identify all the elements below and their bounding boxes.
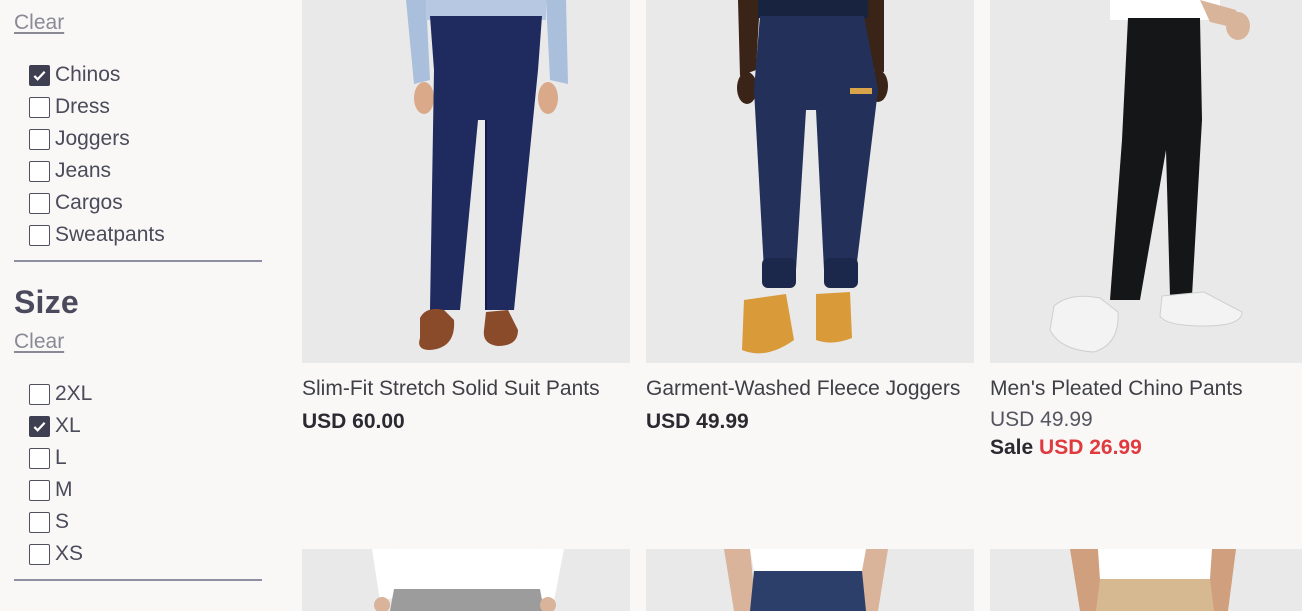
- size-filter-list: 2XL XL L M S XS: [29, 378, 262, 570]
- filter-option-label: 2XL: [55, 382, 93, 405]
- product-image[interactable]: [990, 0, 1302, 363]
- product-name[interactable]: Men's Pleated Chino Pants: [990, 376, 1302, 402]
- filter-option-label: Sweatpants: [55, 223, 165, 246]
- product-price: USD 60.00: [302, 410, 405, 433]
- product-image[interactable]: [302, 0, 630, 363]
- filter-option-dress[interactable]: Dress: [29, 91, 262, 123]
- product-image[interactable]: [646, 549, 974, 611]
- checkbox-checked-icon[interactable]: [29, 415, 50, 437]
- filter-option-joggers[interactable]: Joggers: [29, 123, 262, 155]
- filter-option-chinos[interactable]: Chinos: [29, 59, 262, 91]
- type-clear-link[interactable]: Clear: [14, 11, 262, 35]
- product-card[interactable]: Slim-Fit Stretch Solid Suit Pants USD 60…: [302, 0, 630, 434]
- filter-option-l[interactable]: L: [29, 442, 262, 474]
- filter-option-m[interactable]: M: [29, 474, 262, 506]
- filter-option-sweatpants[interactable]: Sweatpants: [29, 219, 262, 251]
- filter-divider: [14, 260, 262, 262]
- product-image[interactable]: [990, 549, 1302, 611]
- filter-option-xl[interactable]: XL: [29, 410, 262, 442]
- checkbox-unchecked-icon[interactable]: [29, 128, 50, 150]
- filter-option-jeans[interactable]: Jeans: [29, 155, 262, 187]
- checkbox-unchecked-icon[interactable]: [29, 224, 50, 246]
- filter-option-xs[interactable]: XS: [29, 538, 262, 570]
- product-image[interactable]: [302, 549, 630, 611]
- filter-option-label: S: [55, 510, 70, 533]
- product-name[interactable]: Slim-Fit Stretch Solid Suit Pants: [302, 376, 630, 402]
- sale-label: Sale: [990, 436, 1034, 459]
- size-filter-title: Size: [14, 284, 79, 320]
- filter-option-label: Chinos: [55, 63, 121, 86]
- filter-option-label: M: [55, 478, 73, 501]
- checkbox-unchecked-icon[interactable]: [29, 383, 50, 405]
- filter-option-label: Jeans: [55, 159, 112, 182]
- checkbox-unchecked-icon[interactable]: [29, 543, 50, 565]
- product-original-price: USD 49.99: [990, 408, 1093, 431]
- checkbox-unchecked-icon[interactable]: [29, 160, 50, 182]
- sale-price: USD 26.99: [1039, 436, 1142, 459]
- product-card[interactable]: Garment-Washed Fleece Joggers USD 49.99: [646, 0, 974, 434]
- filter-option-label: Cargos: [55, 191, 123, 214]
- checkbox-checked-icon[interactable]: [29, 64, 50, 86]
- checkbox-unchecked-icon[interactable]: [29, 511, 50, 533]
- size-clear-link[interactable]: Clear: [14, 330, 262, 354]
- checkbox-unchecked-icon[interactable]: [29, 192, 50, 214]
- checkbox-unchecked-icon[interactable]: [29, 96, 50, 118]
- product-image[interactable]: [646, 0, 974, 363]
- product-card[interactable]: Men's Pleated Chino Pants USD 49.99 Sale…: [990, 0, 1302, 460]
- product-sale-row: Sale USD 26.99: [990, 436, 1302, 460]
- filter-option-2xl[interactable]: 2XL: [29, 378, 262, 410]
- filter-sidebar: Clear Chinos Dress Joggers Jeans Cargos …: [14, 0, 262, 581]
- filter-option-label: Dress: [55, 95, 110, 118]
- product-name[interactable]: Garment-Washed Fleece Joggers: [646, 376, 974, 402]
- type-filter-list: Chinos Dress Joggers Jeans Cargos Sweatp…: [29, 59, 262, 251]
- filter-option-cargos[interactable]: Cargos: [29, 187, 262, 219]
- filter-option-label: XS: [55, 542, 84, 565]
- filter-divider: [14, 579, 262, 581]
- checkbox-unchecked-icon[interactable]: [29, 479, 50, 501]
- filter-option-label: XL: [55, 414, 81, 437]
- checkbox-unchecked-icon[interactable]: [29, 447, 50, 469]
- filter-option-label: Joggers: [55, 127, 130, 150]
- product-price: USD 49.99: [646, 410, 749, 433]
- filter-option-s[interactable]: S: [29, 506, 262, 538]
- filter-option-label: L: [55, 446, 67, 469]
